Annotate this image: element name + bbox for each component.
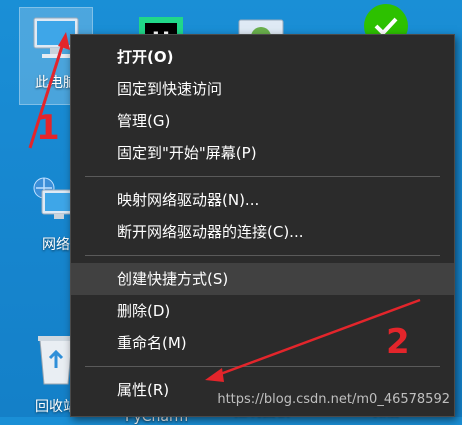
menu-item-pin-start[interactable]: 固定到"开始"屏幕(P): [71, 137, 454, 169]
menu-item-disconnect-network-drive[interactable]: 断开网络驱动器的连接(C)...: [71, 216, 454, 248]
menu-item-map-network-drive[interactable]: 映射网络驱动器(N)...: [71, 184, 454, 216]
menu-separator: [85, 176, 440, 177]
menu-separator: [85, 255, 440, 256]
annotation-number-2: 2: [386, 322, 410, 362]
watermark: https://blog.csdn.net/m0_46578592: [217, 392, 450, 407]
menu-item-create-shortcut[interactable]: 创建快捷方式(S): [71, 263, 454, 295]
annotation-number-1: 1: [36, 108, 60, 148]
menu-item-manage[interactable]: 管理(G): [71, 105, 454, 137]
menu-separator: [85, 366, 440, 367]
menu-item-pin-quick-access[interactable]: 固定到快速访问: [71, 73, 454, 105]
menu-item-open[interactable]: 打开(O): [71, 41, 454, 73]
